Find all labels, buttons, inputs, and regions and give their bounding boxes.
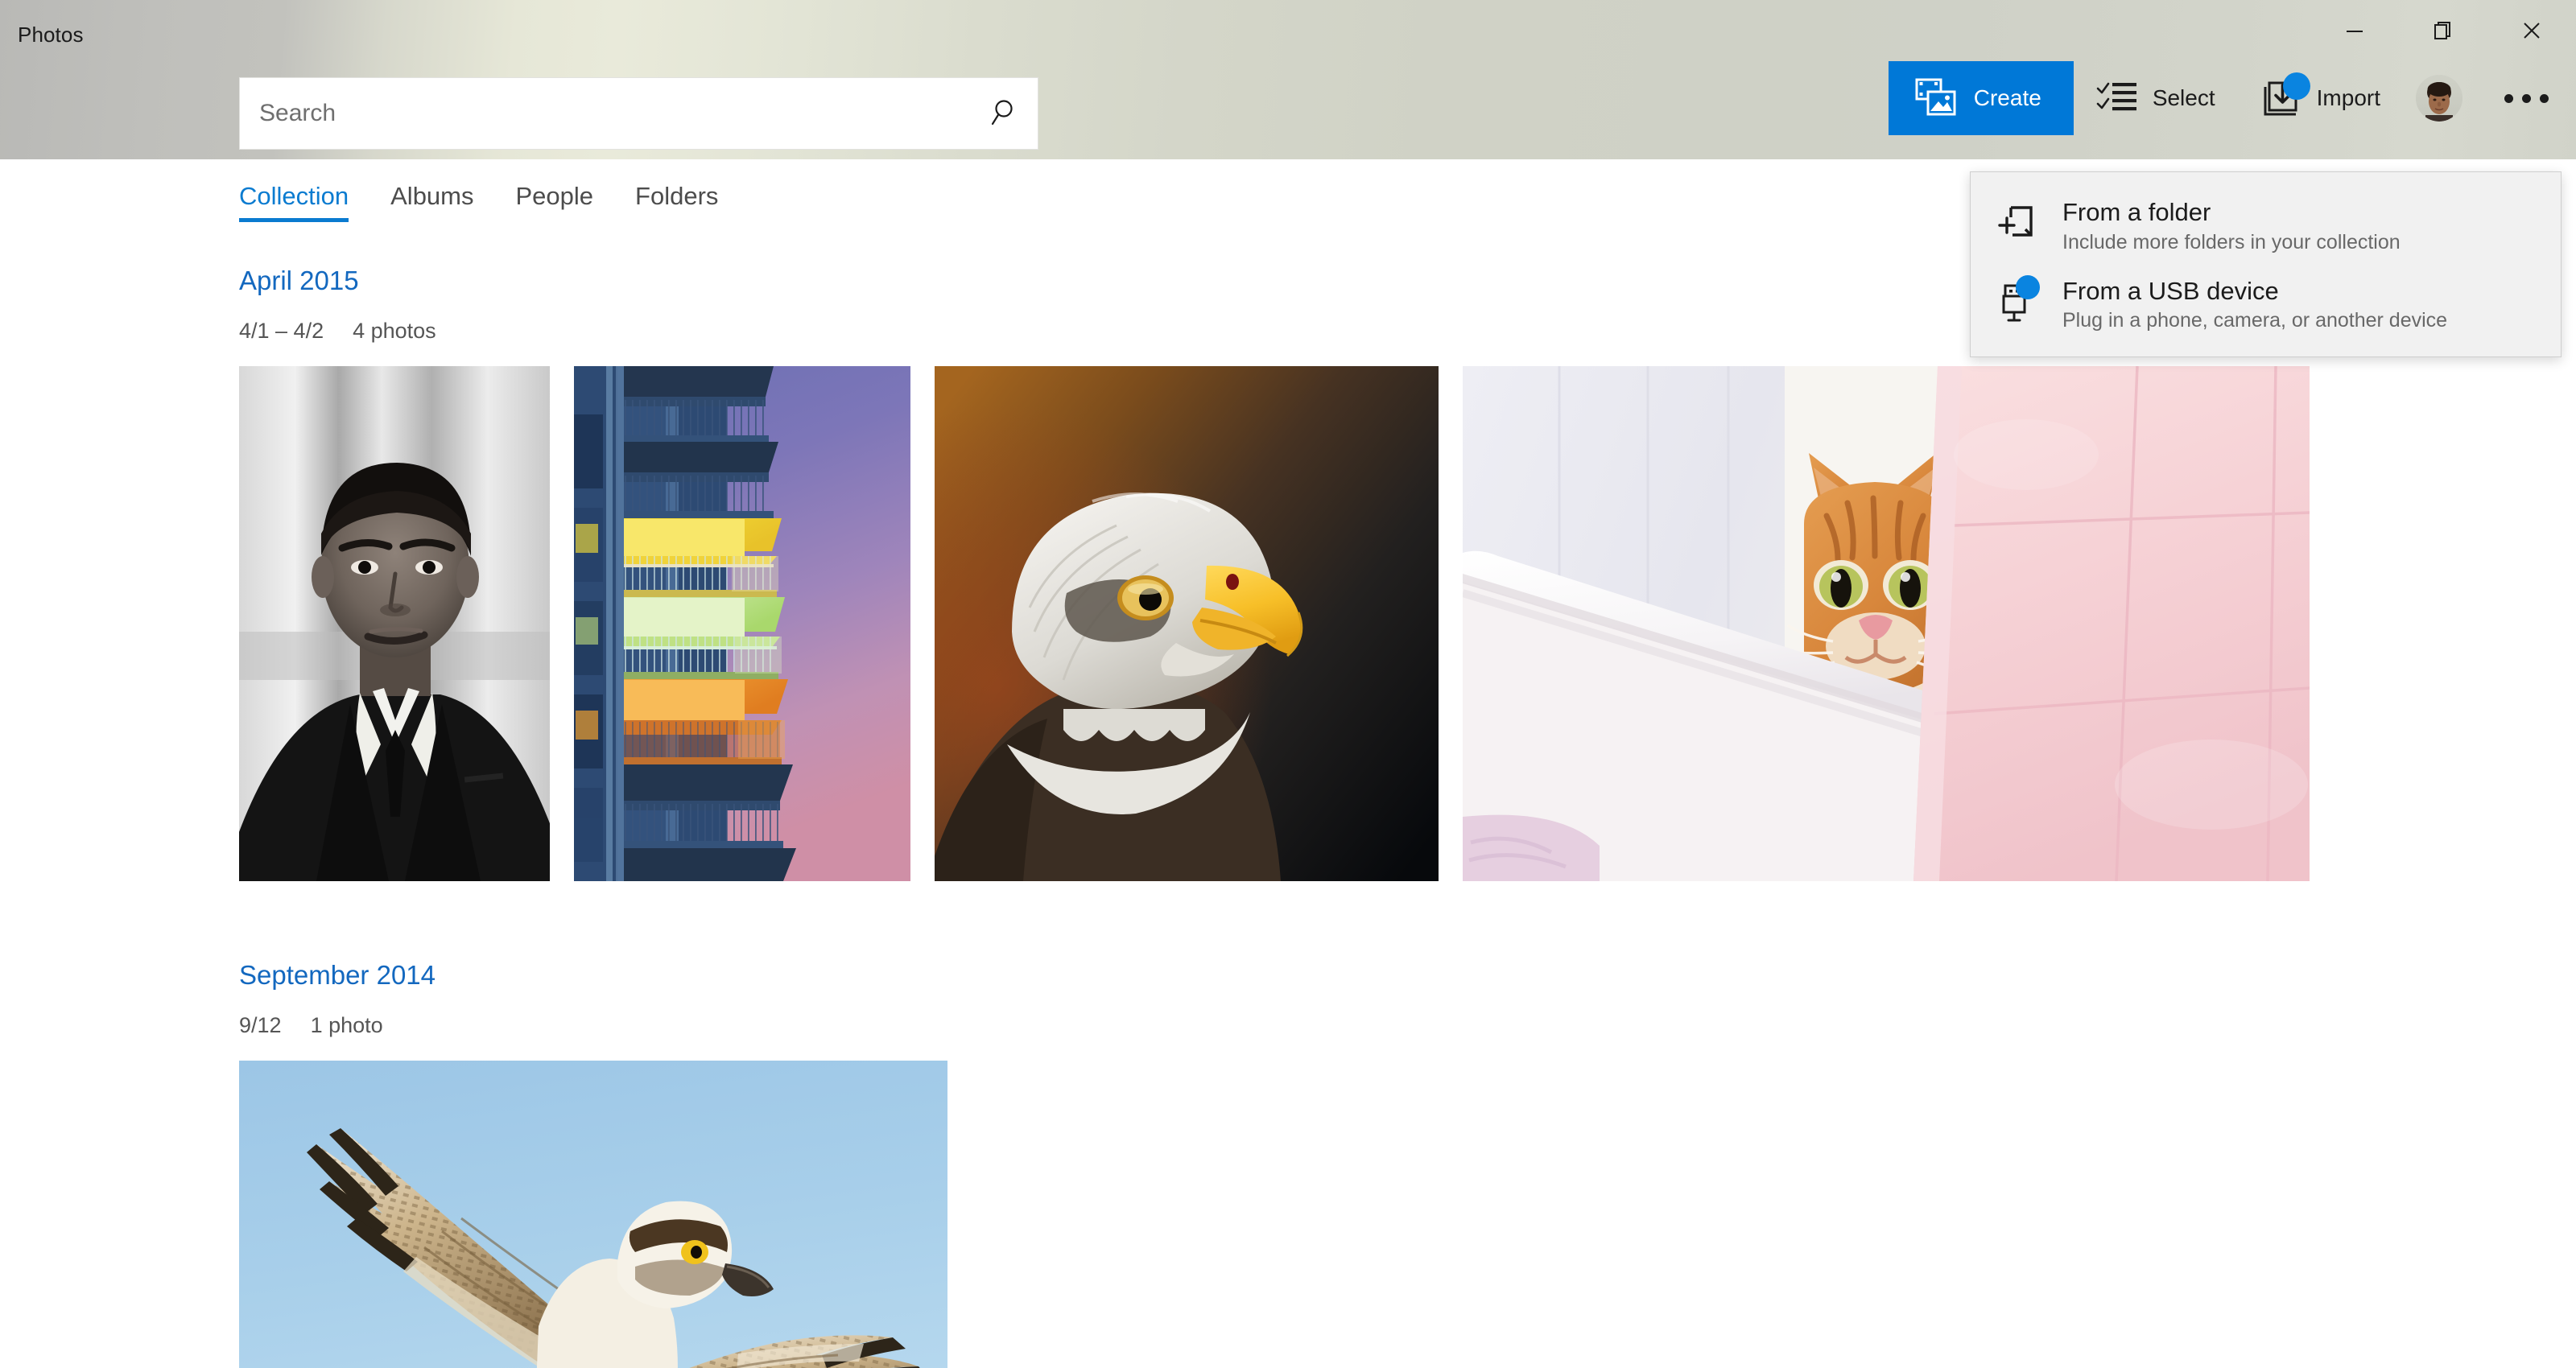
group-photo-count: 4 photos bbox=[353, 319, 436, 343]
more-options-button[interactable] bbox=[2477, 61, 2576, 135]
photo-collection-scroll-area[interactable]: April 2015 4/1 – 4/2 4 photos September … bbox=[0, 266, 2576, 1368]
select-checklist-icon bbox=[2096, 80, 2138, 117]
restore-button[interactable] bbox=[2399, 0, 2487, 61]
select-button[interactable]: Select bbox=[2074, 61, 2238, 135]
photo-thumbnail-bald-eagle-head[interactable] bbox=[935, 366, 1439, 881]
minimize-button[interactable] bbox=[2310, 0, 2399, 61]
import-button[interactable]: Import bbox=[2238, 61, 2403, 135]
search-box[interactable] bbox=[239, 77, 1038, 150]
more-dot-3 bbox=[2540, 93, 2549, 103]
more-dot-1 bbox=[2504, 93, 2513, 103]
account-button[interactable] bbox=[2403, 61, 2477, 135]
search-button[interactable] bbox=[967, 78, 1038, 149]
usb-notification-badge bbox=[2016, 274, 2040, 299]
tab-albums[interactable]: Albums bbox=[390, 182, 473, 222]
window-controls bbox=[2310, 0, 2576, 61]
menu-item-texts: From a folder Include more folders in yo… bbox=[2062, 198, 2401, 254]
create-button[interactable]: Create bbox=[1888, 61, 2074, 135]
photo-group: September 2014 9/12 1 photo bbox=[0, 960, 2576, 1368]
group-date-range: 4/1 – 4/2 bbox=[239, 319, 324, 343]
add-folder-icon bbox=[1996, 198, 2038, 249]
minimize-icon bbox=[2347, 31, 2363, 32]
tab-collection-label: Collection bbox=[239, 182, 349, 210]
photo-thumbnail-apartment-balconies-dusk[interactable] bbox=[574, 366, 910, 881]
app-title: Photos bbox=[18, 23, 84, 47]
menu-item-title: From a folder bbox=[2062, 198, 2211, 226]
create-photo-video-icon bbox=[1914, 77, 1959, 119]
import-button-label: Import bbox=[2316, 85, 2380, 110]
menu-item-from-a-folder[interactable]: From a folder Include more folders in yo… bbox=[1971, 187, 2561, 266]
usb-device-icon bbox=[1996, 274, 2040, 328]
tab-folders-label: Folders bbox=[635, 182, 719, 210]
menu-item-texts: From a USB device Plug in a phone, camer… bbox=[2062, 277, 2447, 333]
import-notification-badge bbox=[2282, 72, 2310, 100]
create-button-label: Create bbox=[1973, 85, 2041, 110]
menu-item-title: From a USB device bbox=[2062, 276, 2279, 305]
tab-albums-label: Albums bbox=[390, 182, 474, 210]
tab-collection[interactable]: Collection bbox=[239, 182, 349, 222]
group-title[interactable]: September 2014 bbox=[239, 960, 2576, 991]
menu-item-subtitle: Include more folders in your collection bbox=[2062, 230, 2401, 253]
select-button-label: Select bbox=[2152, 85, 2215, 110]
photo-thumbnail-portrait-bw-man[interactable] bbox=[239, 366, 550, 881]
navigation-tabs: Collection Albums People Folders bbox=[239, 182, 760, 222]
close-icon bbox=[2524, 23, 2540, 39]
photo-thumbnail-osprey-in-flight[interactable]: IK bbox=[239, 1061, 947, 1368]
search-input[interactable] bbox=[240, 78, 967, 149]
command-bar: Create Select Import bbox=[1888, 61, 2576, 135]
photo-row: IK bbox=[239, 1061, 2576, 1368]
menu-item-subtitle: Plug in a phone, camera, or another devi… bbox=[2062, 309, 2448, 332]
group-meta: 9/12 1 photo bbox=[239, 1013, 2576, 1038]
tab-people-label: People bbox=[515, 182, 594, 210]
photo-thumbnail-orange-cat-peeking[interactable] bbox=[1463, 366, 2310, 881]
search-icon bbox=[991, 100, 1013, 126]
tab-people[interactable]: People bbox=[516, 182, 594, 222]
close-button[interactable] bbox=[2487, 0, 2576, 61]
tab-folders[interactable]: Folders bbox=[635, 182, 718, 222]
import-menu: From a folder Include more folders in yo… bbox=[1970, 171, 2562, 358]
title-bar: Photos Search Create Select Import bbox=[0, 0, 2576, 159]
restore-icon bbox=[2434, 22, 2450, 39]
group-date-range: 9/12 bbox=[239, 1013, 282, 1037]
more-dot-2 bbox=[2522, 93, 2531, 103]
import-download-icon bbox=[2260, 72, 2310, 119]
photo-group: April 2015 4/1 – 4/2 4 photos bbox=[0, 266, 2576, 881]
photos-app-window: Photos Search Create Select Import From … bbox=[0, 0, 2576, 1368]
user-avatar bbox=[2416, 75, 2462, 122]
photo-row bbox=[239, 366, 2576, 881]
group-photo-count: 1 photo bbox=[310, 1013, 383, 1037]
menu-item-from-a-usb-device[interactable]: From a USB device Plug in a phone, camer… bbox=[1971, 266, 2561, 344]
